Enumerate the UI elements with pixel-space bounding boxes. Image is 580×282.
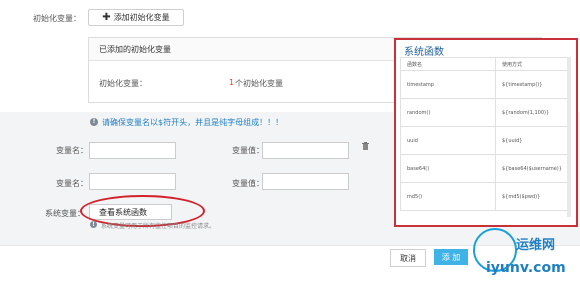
function-name: uuid (400, 126, 496, 155)
add-init-var-label: 添加初始化变量 (113, 13, 170, 22)
table-row: random() ${random(1,100)} (400, 98, 571, 127)
hint-icon: ! (90, 221, 97, 228)
added-vars-row-label: 初始化变量： (99, 79, 147, 88)
var-name-input-1[interactable] (89, 142, 176, 159)
function-name: random() (400, 98, 496, 127)
var-name-input-2[interactable] (89, 173, 176, 190)
var-value-input-2[interactable] (262, 173, 349, 190)
function-usage: ${md5($pwd)} (495, 182, 571, 211)
col-name-header: 函数名 (400, 57, 496, 71)
system-var-label: 系统变量： (45, 209, 85, 218)
popup-title: 系统函数 (404, 47, 444, 58)
var-value-label-1: 变量值： (232, 146, 264, 155)
watermark-title: 运维网 (516, 238, 556, 253)
trash-icon[interactable] (362, 142, 369, 150)
function-name: md5() (400, 182, 496, 211)
function-usage: ${timestamp()} (495, 70, 571, 99)
add-button[interactable]: 添 加 (434, 249, 468, 265)
add-init-var-button[interactable]: ✚ 添加初始化变量 (88, 9, 184, 26)
watermark-url: iyunv.com (486, 260, 566, 276)
function-name: base64() (400, 154, 496, 183)
functions-table: 函数名 使用方式 timestamp ${timestamp()} random… (400, 57, 571, 211)
added-vars-title: 已添加的初始化变量 (99, 45, 171, 54)
table-row: timestamp ${timestamp()} (400, 70, 571, 99)
added-vars-count: 1 (229, 78, 235, 87)
info-icon: ! (90, 118, 98, 126)
function-name: timestamp (400, 70, 496, 99)
popup-scrollbar[interactable] (567, 57, 571, 217)
col-usage-header: 使用方式 (495, 57, 571, 71)
init-var-label: 初始化变量： (33, 14, 81, 23)
var-name-label-2: 变量名： (56, 179, 88, 188)
function-usage: ${uuid} (495, 126, 571, 155)
system-var-hint: 系统变量可用于所有监控项目的监控请求。 (101, 223, 216, 230)
cancel-button[interactable]: 取消 (390, 249, 426, 267)
plus-icon: ✚ (102, 11, 111, 23)
system-functions-popup: 系统函数 函数名 使用方式 timestamp ${timestamp()} r… (394, 38, 578, 227)
table-row: md5() ${md5($pwd)} (400, 182, 571, 211)
var-name-label-1: 变量名： (56, 146, 88, 155)
function-usage: ${base64($username)} (495, 154, 571, 183)
var-value-input-1[interactable] (262, 142, 349, 159)
warning-message: 请确保变量名以$符开头，并且是纯字母组成！！！ (102, 118, 284, 127)
function-usage: ${random(1,100)} (495, 98, 571, 127)
table-header-row: 函数名 使用方式 (400, 57, 571, 71)
added-vars-count-suffix: 个初始化变量 (235, 79, 283, 88)
var-value-label-2: 变量值： (232, 179, 264, 188)
table-row: uuid ${uuid} (400, 126, 571, 155)
table-row: base64() ${base64($username)} (400, 154, 571, 183)
